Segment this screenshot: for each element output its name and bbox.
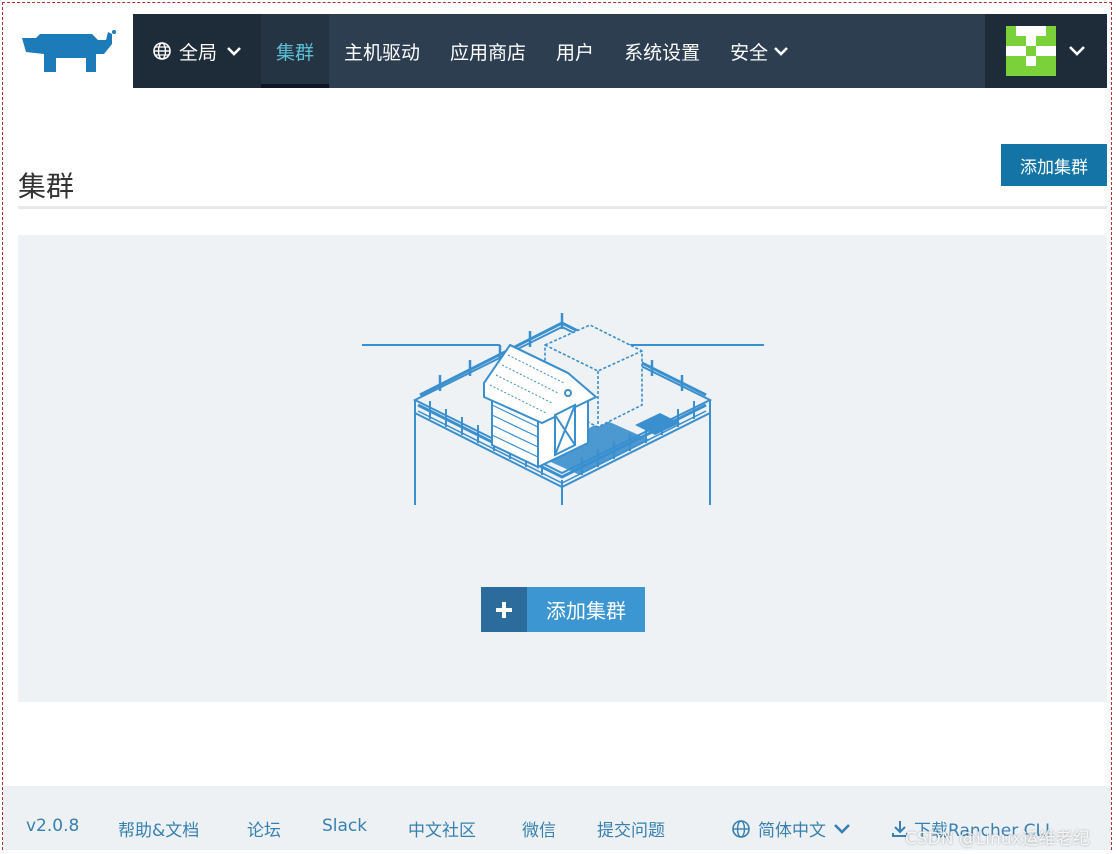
page-title: 集群 <box>18 169 75 203</box>
add-cluster-button[interactable]: 添加集群 <box>1001 144 1107 186</box>
language-dropdown[interactable]: 简体中文 <box>732 816 850 841</box>
nav-item-security[interactable]: 安全 <box>715 14 803 88</box>
community-link[interactable]: 中文社区 <box>408 816 476 841</box>
header-divider <box>18 206 1107 209</box>
avatar <box>1006 26 1056 76</box>
nav-item-clusters[interactable]: 集群 <box>261 14 330 88</box>
slack-link[interactable]: Slack <box>322 816 367 836</box>
nav-item-label: 主机驱动 <box>344 41 421 64</box>
nav-item-label: 系统设置 <box>624 41 701 64</box>
version-link[interactable]: v2.0.8 <box>26 816 79 836</box>
nav-item-catalogs[interactable]: 应用商店 <box>435 14 541 88</box>
add-cluster-cta-button[interactable]: 添加集群 <box>481 587 645 632</box>
rancher-logo[interactable] <box>18 28 118 76</box>
chevron-down-icon <box>774 46 789 56</box>
nav-item-label: 应用商店 <box>450 41 527 64</box>
global-scope-dropdown[interactable]: 全局 <box>133 14 261 88</box>
farm-barn-illustration-icon <box>360 305 766 511</box>
forum-link[interactable]: 论坛 <box>247 816 281 841</box>
chevron-down-icon <box>1068 45 1086 57</box>
chevron-down-icon <box>834 823 850 834</box>
add-cluster-cta-label: 添加集群 <box>527 587 645 632</box>
footer: v2.0.8 帮助&文档 论坛 Slack 中文社区 微信 提交问题 简体中文 … <box>3 786 1111 850</box>
download-cli-link[interactable]: 下载Rancher CLI <box>892 816 1050 841</box>
plus-icon <box>481 587 527 632</box>
globe-icon <box>153 42 171 60</box>
download-icon <box>892 820 908 838</box>
global-scope-label: 全局 <box>178 41 217 64</box>
nav-item-label: 用户 <box>556 41 595 64</box>
nav-item-label: 集群 <box>276 41 315 64</box>
nav-item-label: 安全 <box>730 41 769 64</box>
globe-icon <box>732 819 750 838</box>
file-issue-link[interactable]: 提交问题 <box>597 816 665 841</box>
download-cli-label: 下载Rancher CLI <box>914 821 1050 841</box>
help-docs-link[interactable]: 帮助&文档 <box>118 816 199 841</box>
identicon-avatar-icon <box>1006 26 1056 76</box>
nav-item-settings[interactable]: 系统设置 <box>609 14 715 88</box>
top-navbar: 全局 集群 主机驱动 应用商店 用户 系统设置 安全 <box>133 14 1107 88</box>
wechat-link[interactable]: 微信 <box>522 816 556 841</box>
language-label: 简体中文 <box>758 821 826 841</box>
cow-logo-icon <box>22 30 116 72</box>
chevron-down-icon <box>227 46 241 56</box>
empty-state-panel: 添加集群 <box>18 235 1107 702</box>
user-menu[interactable] <box>985 14 1107 88</box>
nav-item-node-drivers[interactable]: 主机驱动 <box>329 14 435 88</box>
main-nav: 集群 主机驱动 应用商店 用户 系统设置 安全 <box>261 14 803 88</box>
nav-item-users[interactable]: 用户 <box>541 14 609 88</box>
